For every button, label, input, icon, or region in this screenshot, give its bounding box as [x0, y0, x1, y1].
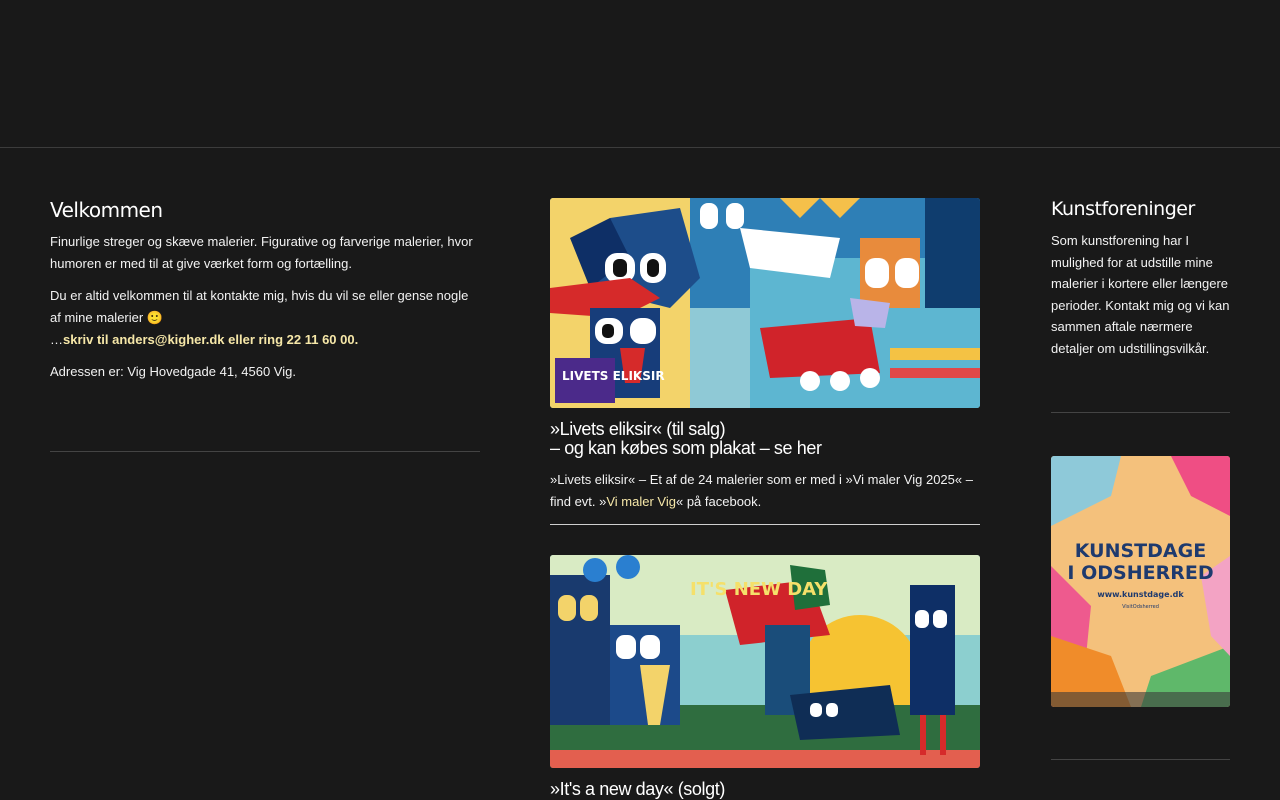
- post-title[interactable]: »Livets eliksir« (til salg) – og kan køb…: [550, 420, 980, 458]
- contact-intro: Du er altid velkommen til at kontakte mi…: [50, 288, 469, 325]
- site-header: [0, 0, 1280, 148]
- poster-brand: VisitOdsherred: [1122, 604, 1159, 610]
- sidebar: Kunstforeninger Som kunstforening har I …: [1051, 198, 1230, 760]
- painting-text: IT'S NEW DAY: [690, 579, 828, 600]
- painting-signature: LIVETS ELIKSIR: [562, 369, 665, 383]
- welcome-title: Velkommen: [50, 198, 163, 222]
- address-text: Adressen er: Vig Hovedgade 41, 4560 Vig.: [50, 364, 296, 379]
- poster-line2: I ODSHERRED: [1067, 562, 1213, 584]
- post-its-a-new-day: IT'S NEW DAY »It's a new day« (solgt): [550, 555, 980, 799]
- post-title[interactable]: »It's a new day« (solgt): [550, 780, 980, 799]
- post-title-line2: – og kan købes som plakat – se her: [550, 438, 822, 458]
- poster-url: www.kunstdage.dk: [1097, 590, 1184, 599]
- welcome-section: Velkommen Finurlige streger og skæve mal…: [50, 198, 480, 452]
- poster-line1: KUNSTDAGE: [1075, 540, 1206, 562]
- post-title-line1: »It's a new day« (solgt): [550, 779, 725, 799]
- welcome-intro: Finurlige streger og skæve malerier. Fig…: [50, 234, 473, 271]
- kunstdage-poster[interactable]: KUNSTDAGE I ODSHERRED www.kunstdage.dk V…: [1051, 456, 1230, 707]
- sidebar-title: Kunstforeninger: [1051, 198, 1195, 220]
- welcome-contact-text: Du er altid velkommen til at kontakte mi…: [50, 285, 480, 351]
- post-text-after: « på facebook.: [675, 494, 762, 509]
- sidebar-divider: [1051, 412, 1230, 413]
- sidebar-text: Som kunstforening har I mulighed for at …: [1051, 233, 1230, 356]
- sidebar-divider-bottom: [1051, 759, 1230, 760]
- posts-section: LIVETS ELIKSIR »Livets eliksir« (til sal…: [550, 198, 980, 799]
- vi-maler-vig-link[interactable]: Vi maler Vig: [606, 494, 676, 509]
- post-divider: [550, 524, 980, 525]
- contact-link[interactable]: skriv til anders@kigher.dk eller ring 22…: [63, 332, 358, 347]
- post-text: »Livets eliksir« – Et af de 24 malerier …: [550, 469, 980, 513]
- painting-livets-eliksir[interactable]: LIVETS ELIKSIR: [550, 198, 980, 408]
- contact-ellipsis: …: [50, 332, 63, 347]
- post-title-line1: »Livets eliksir« (til salg): [550, 419, 726, 439]
- painting-its-a-new-day[interactable]: IT'S NEW DAY: [550, 555, 980, 768]
- welcome-divider: [50, 451, 480, 452]
- post-livets-eliksir: LIVETS ELIKSIR »Livets eliksir« (til sal…: [550, 198, 980, 525]
